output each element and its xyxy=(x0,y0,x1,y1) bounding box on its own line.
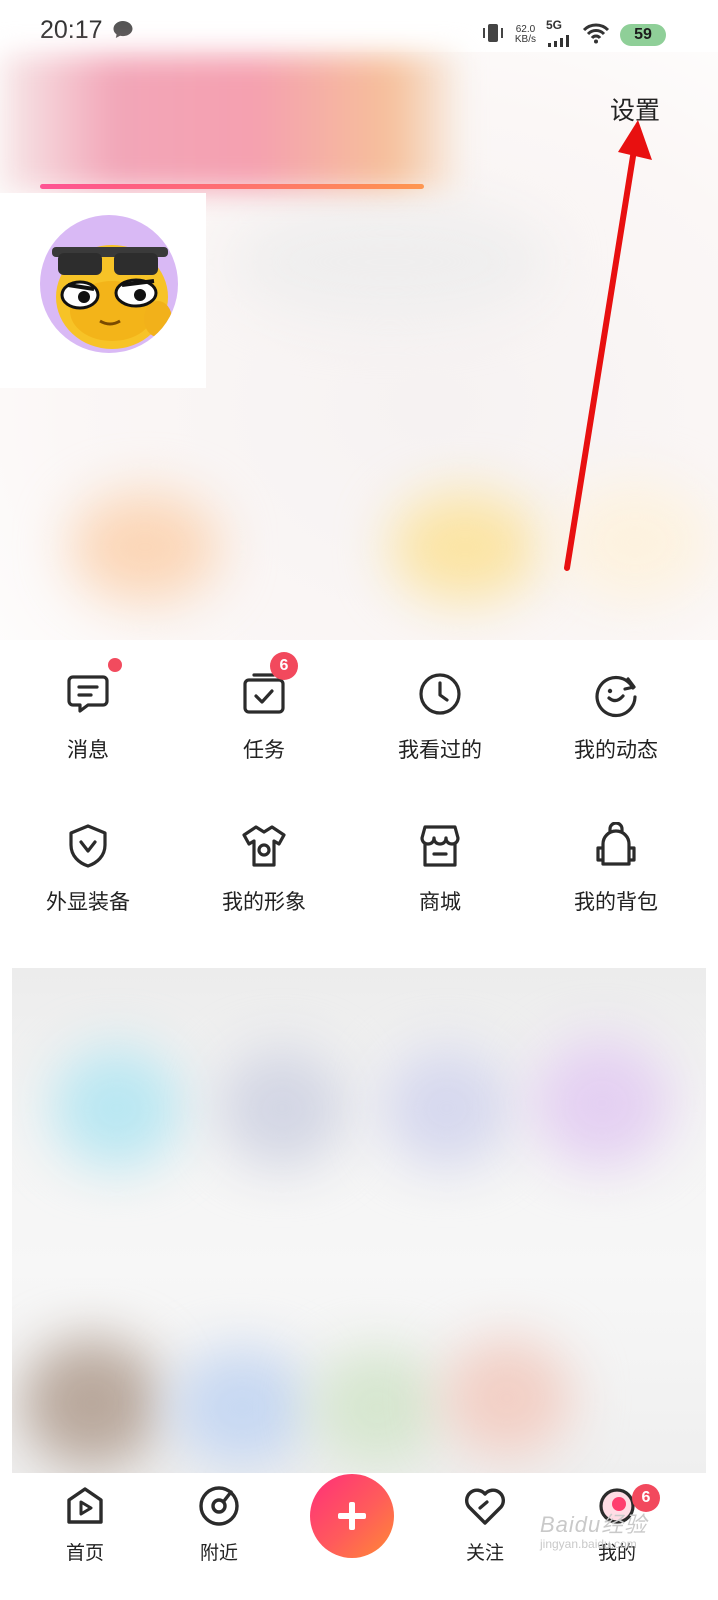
menu-item-label: 外显装备 xyxy=(46,890,130,914)
level-progress-bar xyxy=(40,184,424,189)
cellular-signal: 5G xyxy=(546,18,572,51)
nearby-icon xyxy=(199,1486,239,1526)
nav-label: 附近 xyxy=(199,1542,238,1564)
backpack-icon xyxy=(596,822,636,866)
outfit-shirt-icon xyxy=(242,825,286,867)
avatar[interactable] xyxy=(40,215,178,353)
net-speed: 62.0 KB/s xyxy=(514,23,536,45)
chat-notification-icon xyxy=(112,20,134,44)
menu-item-label: 任务 xyxy=(243,738,285,762)
menu-item-equipment[interactable]: 外显装备 xyxy=(0,792,176,922)
heart-icon xyxy=(465,1488,505,1525)
blurred-username-banner xyxy=(0,55,460,190)
menu-item-history[interactable]: 我看过的 xyxy=(352,640,528,770)
vibrate-icon xyxy=(481,22,505,48)
message-icon xyxy=(67,675,109,713)
signal-bars-icon xyxy=(546,32,572,51)
watermark-text: Baidu经验 xyxy=(540,1512,648,1537)
battery-indicator: 59 xyxy=(620,23,666,46)
menu-item-tasks[interactable]: 6 任务 xyxy=(176,640,352,770)
settings-button[interactable]: 设置 xyxy=(610,91,660,127)
menu-item-backpack[interactable]: 我的背包 xyxy=(528,792,704,922)
network-type: 5G xyxy=(546,18,563,32)
task-count-badge: 6 xyxy=(270,652,298,680)
menu-item-label: 我看过的 xyxy=(398,738,482,762)
nav-label: 关注 xyxy=(465,1542,504,1564)
menu-item-store[interactable]: 商城 xyxy=(352,792,528,922)
moments-icon xyxy=(595,675,637,718)
nav-follow[interactable]: 关注 xyxy=(440,1484,530,1584)
nav-nearby[interactable]: 附近 xyxy=(174,1484,264,1584)
nav-label: 首页 xyxy=(65,1542,104,1564)
menu-item-label: 消息 xyxy=(67,738,109,762)
function-grid: 消息 6 任务 我看过的 我的动态 外显装备 我的形象 商城 我的背包 xyxy=(0,640,718,960)
wifi-icon xyxy=(582,22,610,48)
menu-item-messages[interactable]: 消息 xyxy=(0,640,176,770)
history-clock-icon xyxy=(419,673,461,715)
status-bar: 20:17 62.0 KB/s 5G 59 xyxy=(0,0,718,58)
blurred-content-area xyxy=(12,968,706,1473)
create-post-button[interactable] xyxy=(310,1474,394,1558)
watermark-sub: jingyan.baidu.com xyxy=(540,1537,637,1551)
menu-item-label: 商城 xyxy=(419,890,461,914)
status-time: 20:17 xyxy=(40,16,103,44)
menu-item-label: 我的动态 xyxy=(574,738,658,762)
shield-badge-icon xyxy=(69,824,107,868)
net-speed-value: 62.0 xyxy=(515,23,536,35)
status-icons: 62.0 KB/s 5G 59 xyxy=(481,18,666,51)
net-speed-unit: KB/s xyxy=(514,33,536,45)
menu-item-label: 我的形象 xyxy=(222,890,306,914)
store-icon xyxy=(420,825,460,867)
unread-dot xyxy=(108,658,122,672)
home-play-icon xyxy=(67,1487,103,1524)
menu-item-moments[interactable]: 我的动态 xyxy=(528,640,704,770)
baidu-watermark: Baidu经验 jingyan.baidu.com xyxy=(540,1507,647,1551)
avatar-character-image xyxy=(52,245,172,349)
nav-home[interactable]: 首页 xyxy=(40,1484,130,1584)
menu-item-label: 我的背包 xyxy=(574,890,658,914)
menu-item-avatar-look[interactable]: 我的形象 xyxy=(176,792,352,922)
